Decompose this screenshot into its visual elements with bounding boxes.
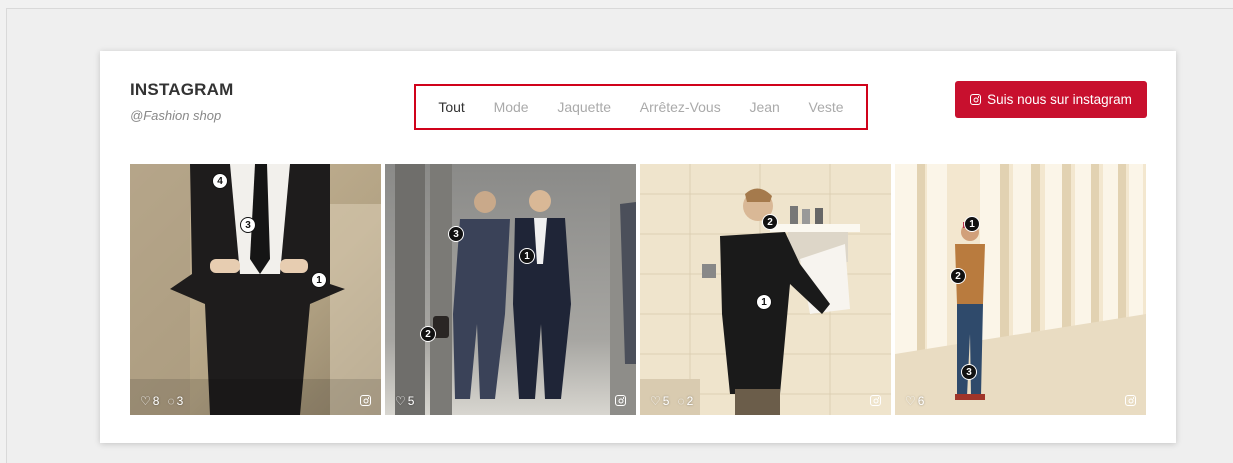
comment-count: 2 (686, 394, 694, 408)
follow-instagram-button[interactable]: Suis nous sur instagram (955, 81, 1147, 118)
like-count: 5 (662, 394, 670, 408)
comment-icon: ◌ (167, 394, 175, 408)
gallery-photo-4[interactable]: 1 2 3 ♡ 6 (895, 164, 1146, 415)
product-tag-1[interactable]: 1 (311, 272, 327, 288)
filter-tab-arretez-vous[interactable]: Arrêtez-Vous (640, 99, 721, 115)
photo-stats: ♡ 5 (395, 394, 414, 408)
photo-3-image (640, 164, 891, 415)
page-frame: INSTAGRAM @Fashion shop Tout Mode Jaquet… (6, 8, 1233, 463)
product-tag-2[interactable]: 2 (420, 326, 436, 342)
photo-stats: ♡ 6 (905, 394, 924, 408)
photo-stats: ♡ 5 ◌ 2 (650, 394, 693, 408)
widget-subtitle: @Fashion shop (130, 108, 222, 123)
product-tag-2[interactable]: 2 (950, 268, 966, 284)
product-tag-1[interactable]: 1 (964, 216, 980, 232)
photo-gallery: 4 3 1 ♡ 8 ◌ 3 3 1 2 ♡ 5 2 1 ♡ 5 ◌ 2 1 2 … (130, 164, 1146, 415)
photo-2-image (385, 164, 636, 415)
filter-tab-jean[interactable]: Jean (749, 99, 779, 115)
photo-4-image (895, 164, 1146, 415)
product-tag-3[interactable]: 3 (448, 226, 464, 242)
heart-icon: ♡ (650, 394, 661, 408)
gallery-photo-1[interactable]: 4 3 1 ♡ 8 ◌ 3 (130, 164, 381, 415)
heart-icon: ♡ (140, 394, 151, 408)
filter-tab-mode[interactable]: Mode (494, 99, 529, 115)
product-tag-2[interactable]: 2 (762, 214, 778, 230)
like-count: 5 (407, 394, 415, 408)
heart-icon: ♡ (395, 394, 406, 408)
instagram-widget: INSTAGRAM @Fashion shop Tout Mode Jaquet… (100, 51, 1176, 443)
instagram-icon[interactable] (615, 395, 626, 406)
product-tag-3[interactable]: 3 (240, 217, 256, 233)
instagram-icon[interactable] (1125, 395, 1136, 406)
filter-tab-jaquette[interactable]: Jaquette (557, 99, 611, 115)
product-tag-4[interactable]: 4 (212, 173, 228, 189)
filter-tabs: Tout Mode Jaquette Arrêtez-Vous Jean Ves… (414, 84, 868, 130)
instagram-icon[interactable] (870, 395, 881, 406)
instagram-icon (970, 94, 982, 105)
product-tag-3[interactable]: 3 (961, 364, 977, 380)
like-count: 8 (152, 394, 160, 408)
gallery-photo-2[interactable]: 3 1 2 ♡ 5 (385, 164, 636, 415)
filter-tab-veste[interactable]: Veste (809, 99, 844, 115)
comment-icon: ◌ (677, 394, 685, 408)
gallery-photo-3[interactable]: 2 1 ♡ 5 ◌ 2 (640, 164, 891, 415)
comment-count: 3 (176, 394, 184, 408)
product-tag-1[interactable]: 1 (519, 248, 535, 264)
follow-instagram-label: Suis nous sur instagram (987, 92, 1132, 107)
photo-1-image (130, 164, 381, 415)
like-count: 6 (917, 394, 925, 408)
product-tag-1[interactable]: 1 (756, 294, 772, 310)
photo-stats: ♡ 8 ◌ 3 (140, 394, 183, 408)
widget-title: INSTAGRAM (130, 80, 234, 99)
filter-tab-tout[interactable]: Tout (438, 99, 464, 115)
heart-icon: ♡ (905, 394, 916, 408)
instagram-icon[interactable] (360, 395, 371, 406)
